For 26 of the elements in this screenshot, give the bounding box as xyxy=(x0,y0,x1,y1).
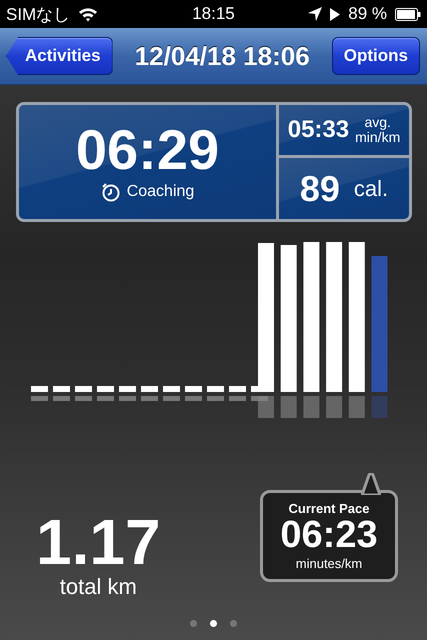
play-icon xyxy=(330,8,340,20)
current-pace-value: 06:23 xyxy=(280,516,378,556)
coaching-label: Coaching xyxy=(126,183,194,201)
avg-pace-value: 05:33 xyxy=(288,116,350,144)
page-dot[interactable] xyxy=(210,620,217,627)
distance-value: 1.17 xyxy=(36,510,161,574)
page-dot[interactable] xyxy=(190,620,197,627)
calories-unit: cal. xyxy=(354,176,388,202)
status-time: 18:15 xyxy=(192,4,235,24)
current-pace-title: Current Pace xyxy=(288,501,370,516)
carrier-label: SIMなし xyxy=(6,4,70,26)
battery-percent: 89 % xyxy=(348,4,387,24)
back-button[interactable]: Activities xyxy=(6,37,113,75)
distance-unit: total km xyxy=(60,574,137,600)
battery-icon xyxy=(394,8,421,20)
avg-label: avg. xyxy=(364,114,391,130)
page-dot[interactable] xyxy=(230,620,237,627)
wifi-icon xyxy=(78,6,98,22)
options-button[interactable]: Options xyxy=(332,37,420,75)
location-arrow-icon xyxy=(308,7,322,21)
calories-value: 89 xyxy=(300,168,340,210)
current-pace-unit: minutes/km xyxy=(296,556,362,571)
stopwatch-icon xyxy=(100,182,121,202)
pace-unit-label: min/km xyxy=(355,130,400,146)
nav-title: 12/04/18 18:06 xyxy=(134,40,310,72)
duration-value: 06:29 xyxy=(76,122,220,178)
